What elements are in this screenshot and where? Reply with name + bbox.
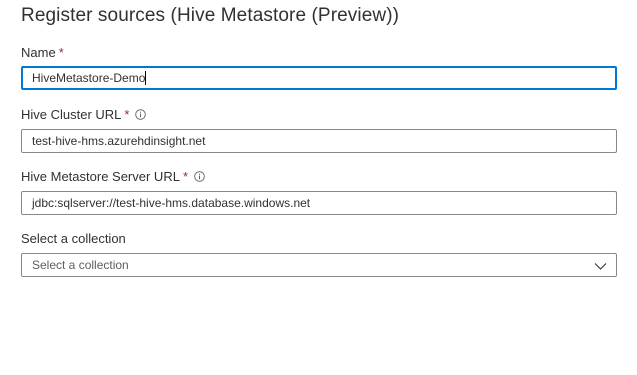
cluster-url-input-value: test-hive-hms.azurehdinsight.net bbox=[32, 134, 206, 148]
metastore-url-label: Hive Metastore Server URL * bbox=[21, 169, 205, 184]
text-cursor bbox=[145, 71, 147, 85]
required-asterisk: * bbox=[182, 169, 189, 184]
name-label: Name * bbox=[21, 45, 64, 60]
register-sources-panel: Register sources (Hive Metastore (Previe… bbox=[0, 0, 637, 375]
info-icon[interactable] bbox=[194, 170, 205, 182]
chevron-down-icon bbox=[594, 260, 607, 270]
name-input[interactable]: HiveMetastore-Demo bbox=[21, 66, 617, 90]
page-title: Register sources (Hive Metastore (Previe… bbox=[21, 5, 400, 26]
cluster-url-label-text: Hive Cluster URL bbox=[21, 107, 122, 122]
collection-dropdown-placeholder: Select a collection bbox=[32, 258, 129, 272]
collection-label-text: Select a collection bbox=[21, 231, 126, 246]
metastore-url-input[interactable]: jdbc:sqlserver://test-hive-hms.database.… bbox=[21, 191, 617, 215]
metastore-url-label-text: Hive Metastore Server URL bbox=[21, 169, 180, 184]
cluster-url-label: Hive Cluster URL * bbox=[21, 107, 147, 122]
metastore-url-input-value: jdbc:sqlserver://test-hive-hms.database.… bbox=[32, 196, 311, 210]
required-asterisk: * bbox=[58, 45, 64, 60]
collection-label: Select a collection bbox=[21, 231, 126, 246]
info-icon[interactable] bbox=[135, 108, 147, 120]
cluster-url-input[interactable]: test-hive-hms.azurehdinsight.net bbox=[21, 129, 617, 153]
name-input-value: HiveMetastore-Demo bbox=[32, 71, 146, 85]
required-asterisk: * bbox=[124, 107, 130, 122]
collection-dropdown[interactable]: Select a collection bbox=[21, 253, 617, 277]
name-label-text: Name bbox=[21, 45, 56, 60]
